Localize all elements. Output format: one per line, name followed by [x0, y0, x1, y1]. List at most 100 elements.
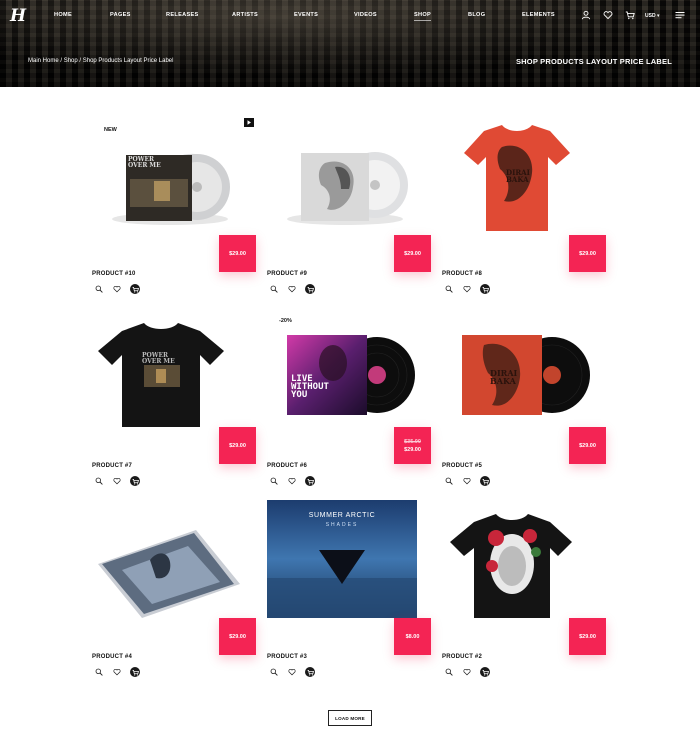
quick-view-icon[interactable]	[269, 284, 279, 294]
cover-text: LIVE WITHOUT YOU	[291, 374, 329, 400]
add-to-cart-icon[interactable]	[480, 476, 490, 486]
add-to-cart-icon[interactable]	[480, 284, 490, 294]
add-to-cart-icon[interactable]	[130, 667, 140, 677]
price: $29.00	[579, 633, 596, 640]
add-to-cart-icon[interactable]	[305, 667, 315, 677]
quick-view-icon[interactable]	[269, 667, 279, 677]
product-image[interactable]	[267, 117, 417, 235]
chevron-down-icon: ▾	[656, 13, 660, 19]
cart-icon[interactable]	[625, 10, 635, 20]
wishlist-icon[interactable]	[462, 284, 472, 294]
breadcrumb-home[interactable]: Main Home	[28, 58, 59, 64]
site-logo[interactable]: H	[10, 7, 26, 25]
price-label: $29.00	[569, 427, 606, 464]
price: $29.00	[229, 250, 246, 257]
product-name[interactable]: PRODUCT #9	[267, 271, 307, 277]
play-video-icon[interactable]	[244, 118, 254, 127]
header-hero	[0, 0, 700, 87]
product-actions	[444, 284, 498, 294]
price: $29.00	[229, 442, 246, 449]
product-actions	[94, 284, 148, 294]
price: $29.00	[404, 250, 421, 257]
nav-pages[interactable]: PAGES	[110, 12, 131, 18]
cover-text: POWER OVER ME	[142, 352, 175, 365]
product-actions	[269, 667, 323, 677]
price: $29.00	[579, 442, 596, 449]
breadcrumb: Main Home / Shop / Shop Products Layout …	[28, 58, 173, 64]
product-name[interactable]: PRODUCT #2	[442, 654, 482, 660]
add-to-cart-icon[interactable]	[305, 284, 315, 294]
price-label: $29.00	[219, 618, 256, 655]
currency-selector[interactable]: USD ▾	[645, 13, 659, 19]
nav-shop[interactable]: SHOP	[414, 12, 432, 21]
cover-text: DIRAI BAKA	[490, 368, 518, 386]
price: $8.00	[405, 633, 420, 640]
product-name[interactable]: PRODUCT #3	[267, 654, 307, 660]
discount-badge: -20%	[279, 318, 292, 324]
nav-videos[interactable]: VIDEOS	[354, 12, 377, 18]
product-image[interactable]	[442, 500, 592, 618]
nav-home[interactable]: HOME	[54, 12, 72, 18]
product-actions	[444, 667, 498, 677]
heart-icon[interactable]	[603, 10, 613, 20]
price-label: $8.00	[394, 618, 431, 655]
price: $29.00	[579, 250, 596, 257]
cover-subtitle: SHADES	[325, 522, 359, 528]
price: $29.00	[229, 633, 246, 640]
price-label: $29.00	[569, 235, 606, 272]
add-to-cart-icon[interactable]	[130, 476, 140, 486]
user-icon[interactable]	[581, 10, 591, 20]
wishlist-icon[interactable]	[287, 284, 297, 294]
wishlist-icon[interactable]	[112, 476, 122, 486]
wishlist-icon[interactable]	[462, 667, 472, 677]
load-more-button[interactable]: LOAD MORE	[328, 710, 372, 726]
product-name[interactable]: PRODUCT #4	[92, 654, 132, 660]
product-name[interactable]: PRODUCT #10	[92, 271, 136, 277]
product-name[interactable]: PRODUCT #8	[442, 271, 482, 277]
quick-view-icon[interactable]	[444, 667, 454, 677]
price: $29.00	[404, 446, 421, 453]
quick-view-icon[interactable]	[444, 476, 454, 486]
product-actions	[444, 476, 498, 486]
cover-text: DIRAI BAKA	[506, 168, 530, 184]
wishlist-icon[interactable]	[112, 667, 122, 677]
menu-icon[interactable]	[675, 10, 685, 20]
product-image[interactable]	[92, 500, 242, 618]
product-image[interactable]	[92, 117, 242, 235]
quick-view-icon[interactable]	[94, 284, 104, 294]
nav-releases[interactable]: RELEASES	[166, 12, 199, 18]
product-actions	[94, 476, 148, 486]
product-name[interactable]: PRODUCT #5	[442, 463, 482, 469]
add-to-cart-icon[interactable]	[480, 667, 490, 677]
product-name[interactable]: PRODUCT #6	[267, 463, 307, 469]
breadcrumb-current: Shop Products Layout Price Label	[82, 58, 174, 64]
product-actions	[94, 667, 148, 677]
nav-artists[interactable]: ARTISTS	[232, 12, 258, 18]
product-image[interactable]	[442, 309, 592, 427]
product-image[interactable]	[92, 309, 242, 427]
price-label: $29.00	[219, 427, 256, 464]
quick-view-icon[interactable]	[444, 284, 454, 294]
wishlist-icon[interactable]	[462, 476, 472, 486]
product-actions	[269, 284, 323, 294]
product-actions	[269, 476, 323, 486]
wishlist-icon[interactable]	[287, 476, 297, 486]
add-to-cart-icon[interactable]	[305, 476, 315, 486]
quick-view-icon[interactable]	[94, 476, 104, 486]
product-image[interactable]	[267, 309, 417, 427]
wishlist-icon[interactable]	[112, 284, 122, 294]
add-to-cart-icon[interactable]	[130, 284, 140, 294]
cover-text: POWER OVER ME	[128, 156, 161, 169]
page-title: SHOP PRODUCTS LAYOUT PRICE LABEL	[515, 57, 672, 66]
nav-events[interactable]: EVENTS	[294, 12, 318, 18]
nav-blog[interactable]: BLOG	[468, 12, 485, 18]
nav-elements[interactable]: ELEMENTS	[522, 12, 555, 18]
price-label: $29.00	[394, 235, 431, 272]
wishlist-icon[interactable]	[287, 667, 297, 677]
new-badge: NEW	[104, 127, 117, 133]
quick-view-icon[interactable]	[269, 476, 279, 486]
price-label: $35.00 $29.00	[394, 427, 431, 464]
product-name[interactable]: PRODUCT #7	[92, 463, 132, 469]
breadcrumb-shop[interactable]: Shop	[64, 58, 78, 64]
quick-view-icon[interactable]	[94, 667, 104, 677]
